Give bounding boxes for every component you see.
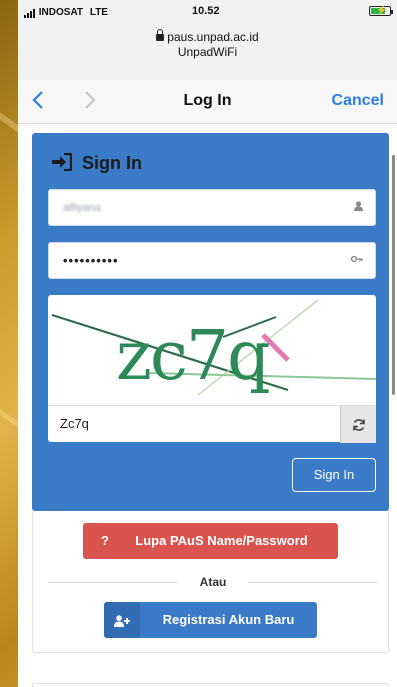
user-icon (354, 201, 363, 214)
phone-screen: INDOSAT LTE 10.52 ⚡ paus.unpad.ac.id Unp… (18, 0, 397, 687)
status-bar: INDOSAT LTE 10.52 ⚡ (18, 0, 397, 30)
battery-icon: ⚡ (369, 5, 393, 16)
next-panel (32, 683, 389, 687)
username-field[interactable]: alfiyana (48, 189, 376, 226)
refresh-captcha-button[interactable] (340, 406, 376, 443)
register-button[interactable]: Registrasi Akun Baru (104, 602, 317, 638)
signin-title: Sign In (82, 153, 142, 173)
clock: 10.52 (192, 5, 220, 17)
forgot-password-button[interactable]: ? Lupa PAuS Name/Password (83, 523, 338, 559)
sign-in-icon (52, 152, 74, 176)
login-panel: Sign In alfiyana •••••••••• zc7q Zc7q Si… (32, 133, 389, 511)
url-bar[interactable]: paus.unpad.ac.id UnpadWiFi (18, 29, 397, 60)
carrier-name: INDOSAT (38, 7, 84, 19)
divider-label: Atau (199, 575, 227, 589)
network-type: LTE (89, 7, 108, 19)
question-icon: ? (101, 533, 109, 548)
site-name: UnpadWiFi (177, 45, 238, 59)
register-label: Registrasi Akun Baru (162, 612, 295, 627)
charging-icon: ⚡ (376, 5, 388, 15)
lock-icon (156, 29, 165, 41)
captcha-image: zc7q (48, 295, 376, 405)
password-field[interactable]: •••••••••• (48, 242, 376, 279)
cancel-button[interactable]: Cancel (332, 92, 384, 110)
captcha-input-value: Zc7q (60, 416, 89, 431)
refresh-icon (352, 418, 365, 431)
carrier-info: INDOSAT LTE (24, 7, 108, 18)
forgot-password-label: Lupa PAuS Name/Password (135, 533, 308, 548)
signal-icon (24, 7, 36, 18)
nav-bar: Log In Cancel (18, 80, 397, 124)
add-user-icon (104, 602, 140, 638)
captcha-input[interactable]: Zc7q (48, 405, 376, 443)
or-divider: Atau (48, 574, 378, 590)
signin-header: Sign In (52, 151, 142, 174)
login-content: Sign In alfiyana •••••••••• zc7q Zc7q Si… (18, 125, 397, 687)
scrollbar[interactable] (392, 155, 395, 395)
password-value: •••••••••• (63, 253, 119, 268)
key-icon (350, 254, 363, 266)
username-value: alfiyana (63, 202, 101, 214)
sign-in-button[interactable]: Sign In (292, 458, 376, 492)
url-text: paus.unpad.ac.id (167, 30, 259, 44)
